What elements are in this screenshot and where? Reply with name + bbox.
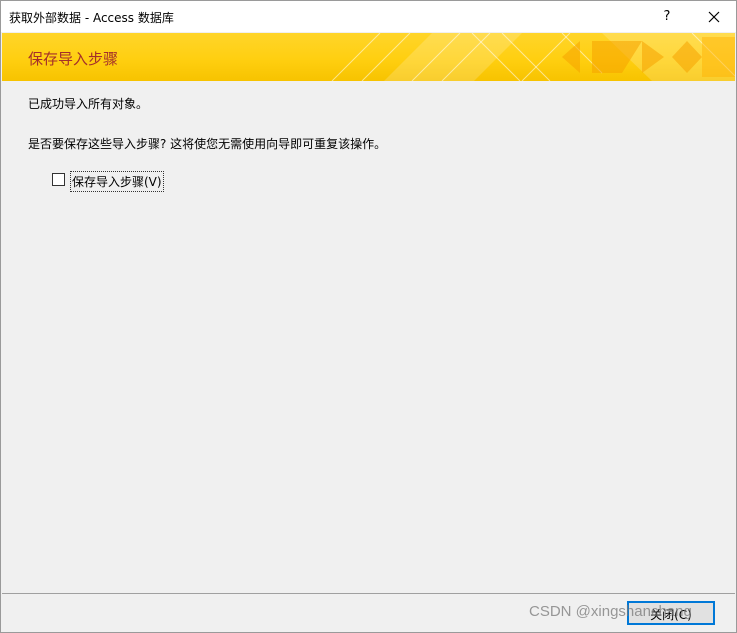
banner-heading: 保存导入步骤 [28,50,119,68]
watermark: CSDN @xingshanchang [529,603,692,620]
save-steps-label[interactable]: 保存导入步骤(V) [70,171,164,192]
window-close-button[interactable] [692,1,736,32]
success-message: 已成功导入所有对象。 [28,97,149,111]
import-wizard-dialog: 获取外部数据 - Access 数据库 ? 保存导入步骤 已成功导入所有对象。 … [0,0,737,633]
title-bar: 获取外部数据 - Access 数据库 ? [1,1,736,32]
help-button[interactable]: ? [649,1,685,32]
header-banner: 保存导入步骤 [2,33,735,81]
wizard-content: 已成功导入所有对象。 是否要保存这些导入步骤? 这将使您无需使用向导即可重复该操… [2,81,735,593]
window-title: 获取外部数据 - Access 数据库 [9,11,174,25]
close-icon [708,11,720,23]
footer-divider [2,593,735,594]
save-steps-checkbox[interactable] [52,173,65,186]
save-steps-prompt: 是否要保存这些导入步骤? 这将使您无需使用向导即可重复该操作。 [28,137,387,151]
